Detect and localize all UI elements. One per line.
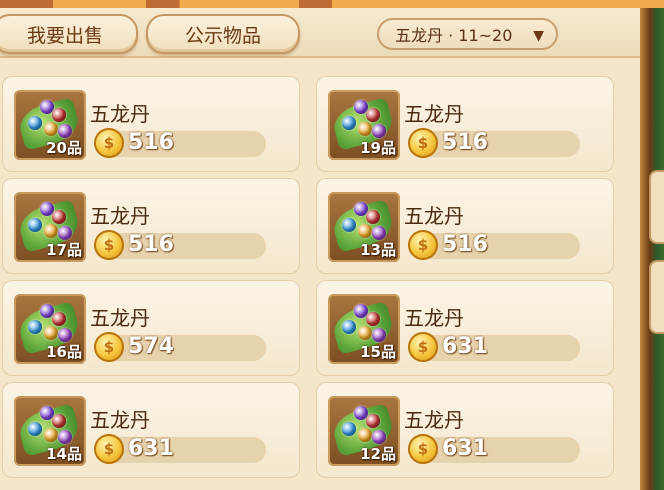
item-card[interactable]: 17品 五龙丹 $ 516: [2, 178, 300, 274]
item-filter-dropdown[interactable]: 五龙丹 · 11~20 ▼: [377, 18, 558, 50]
gold-coin-icon: $: [94, 434, 124, 464]
item-price: 516: [442, 232, 488, 257]
item-price: 516: [128, 232, 174, 257]
gold-coin-icon: $: [94, 230, 124, 260]
side-tab[interactable]: [649, 170, 664, 244]
five-dragon-pill-icon: 12品: [328, 396, 400, 466]
item-price: 631: [128, 436, 174, 461]
item-price: 631: [442, 436, 488, 461]
five-dragon-pill-icon: 13品: [328, 192, 400, 262]
item-grade: 20品: [46, 139, 82, 157]
item-name: 五龙丹: [90, 408, 150, 432]
item-price: 516: [128, 130, 174, 155]
item-filter-label: 五龙丹 · 11~20: [395, 26, 513, 45]
gold-coin-icon: $: [94, 128, 124, 158]
item-name: 五龙丹: [404, 408, 464, 432]
gold-coin-icon: $: [408, 230, 438, 260]
gold-coin-icon: $: [408, 332, 438, 362]
five-dragon-pill-icon: 19品: [328, 90, 400, 160]
item-grade: 13品: [360, 241, 396, 259]
five-dragon-pill-icon: 17品: [14, 192, 86, 262]
item-list: 20品 五龙丹 $ 516 19品 五龙丹 $ 516 17品 五龙丹 $ 51…: [0, 58, 640, 490]
item-name: 五龙丹: [404, 306, 464, 330]
gold-coin-icon: $: [408, 434, 438, 464]
tab-public-items[interactable]: 公示物品: [146, 14, 300, 54]
item-price: 631: [442, 334, 488, 359]
item-grade: 15品: [360, 343, 396, 361]
item-name: 五龙丹: [404, 204, 464, 228]
item-price: 574: [128, 334, 174, 359]
item-price: 516: [442, 130, 488, 155]
five-dragon-pill-icon: 14品: [14, 396, 86, 466]
item-grade: 16品: [46, 343, 82, 361]
item-grade: 14品: [46, 445, 82, 463]
item-grade: 19品: [360, 139, 396, 157]
item-grade: 17品: [46, 241, 82, 259]
item-name: 五龙丹: [90, 102, 150, 126]
tab-sell-label: 我要出售: [26, 24, 103, 47]
side-tab[interactable]: [649, 260, 664, 334]
item-name: 五龙丹: [90, 306, 150, 330]
item-name: 五龙丹: [404, 102, 464, 126]
five-dragon-pill-icon: 15品: [328, 294, 400, 364]
gold-coin-icon: $: [408, 128, 438, 158]
tab-sell[interactable]: 我要出售: [0, 14, 138, 54]
chevron-down-icon: ▼: [533, 28, 544, 44]
five-dragon-pill-icon: 16品: [14, 294, 86, 364]
item-card[interactable]: 12品 五龙丹 $ 631: [316, 382, 614, 478]
item-card[interactable]: 13品 五龙丹 $ 516: [316, 178, 614, 274]
item-card[interactable]: 16品 五龙丹 $ 574: [2, 280, 300, 376]
item-card[interactable]: 14品 五龙丹 $ 631: [2, 382, 300, 478]
item-grade: 12品: [360, 445, 396, 463]
item-name: 五龙丹: [90, 204, 150, 228]
top-decoration: [0, 0, 664, 8]
five-dragon-pill-icon: 20品: [14, 90, 86, 160]
gold-coin-icon: $: [94, 332, 124, 362]
item-card[interactable]: 19品 五龙丹 $ 516: [316, 76, 614, 172]
side-decoration: [640, 8, 664, 490]
tab-public-items-label: 公示物品: [184, 24, 261, 47]
item-card[interactable]: 20品 五龙丹 $ 516: [2, 76, 300, 172]
item-card[interactable]: 15品 五龙丹 $ 631: [316, 280, 614, 376]
market-header: 我要出售 公示物品 五龙丹 · 11~20 ▼: [0, 8, 640, 58]
